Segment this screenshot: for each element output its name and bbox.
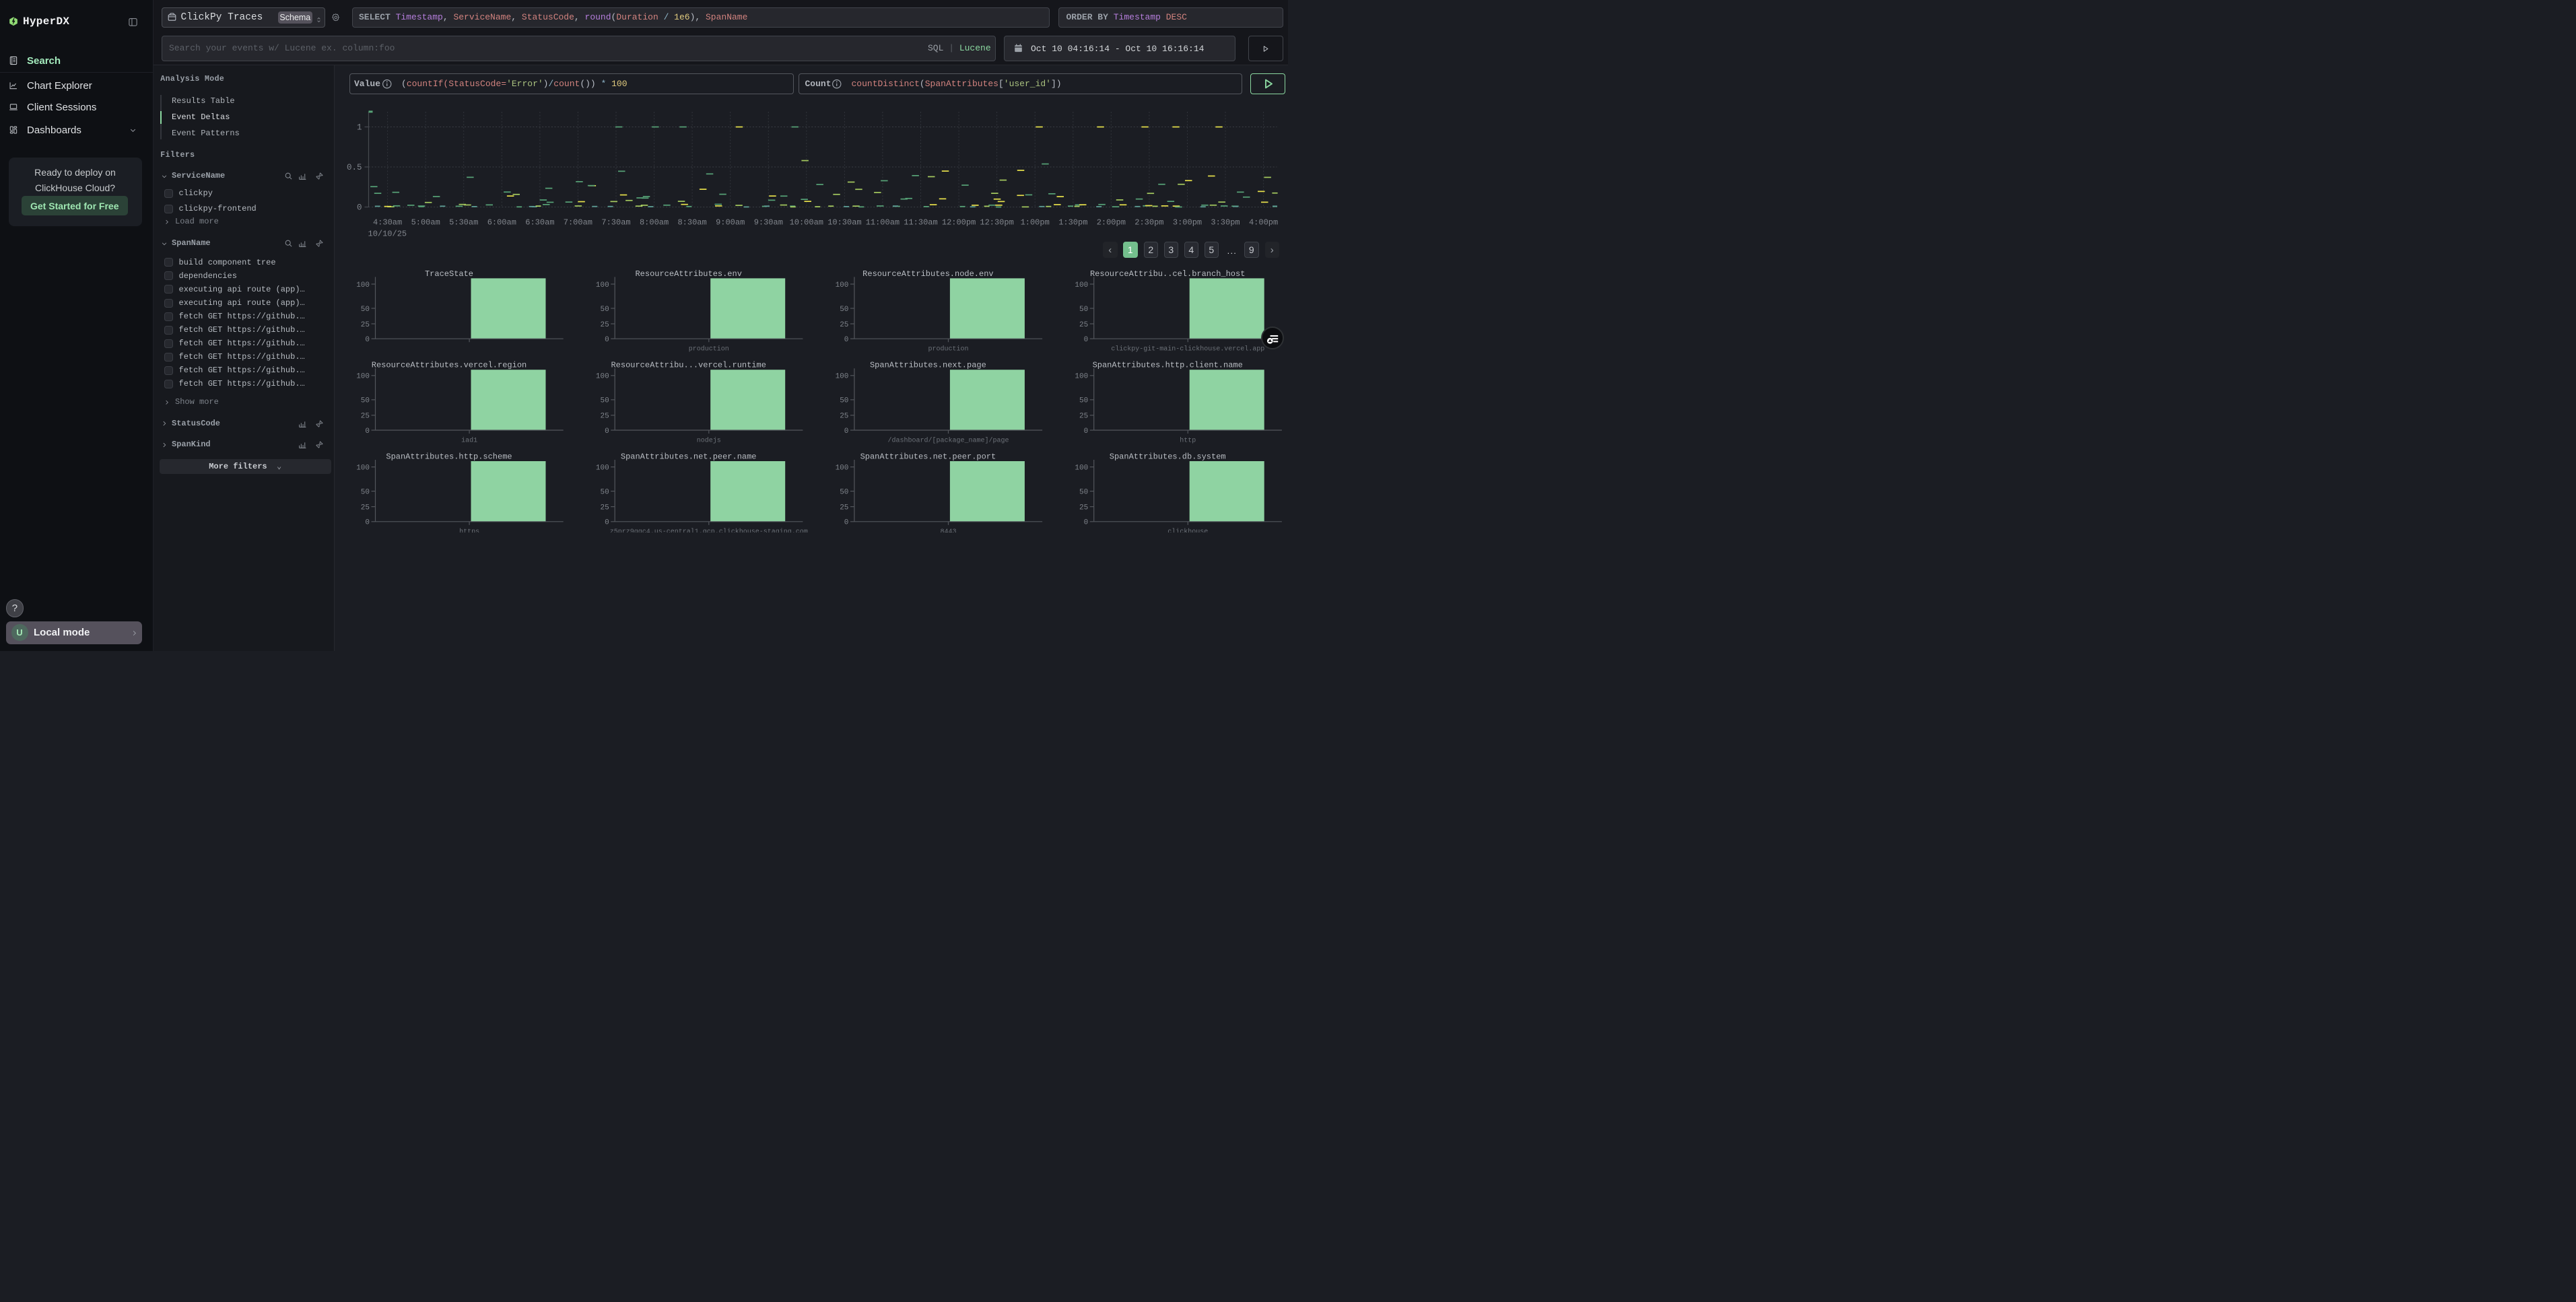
svg-text:10:30am: 10:30am	[827, 218, 861, 228]
svg-text:0: 0	[605, 519, 609, 527]
svg-text:/dashboard/[package_name]/page: /dashboard/[package_name]/page	[887, 436, 1009, 444]
svg-text:1:00pm: 1:00pm	[1020, 218, 1049, 228]
svg-text:http: http	[1180, 436, 1196, 444]
svg-text:100: 100	[1075, 281, 1088, 289]
svg-text:1: 1	[356, 123, 362, 133]
svg-text:ResourceAttribu...vercel.runti: ResourceAttribu...vercel.runtime	[611, 361, 766, 370]
svg-text:0: 0	[1083, 427, 1088, 436]
svg-text:SpanAttributes.http.scheme: SpanAttributes.http.scheme	[386, 452, 512, 461]
svg-text:100: 100	[356, 281, 370, 289]
svg-text:ResourceAttributes.env: ResourceAttributes.env	[635, 269, 741, 279]
svg-text:100: 100	[1075, 465, 1088, 473]
svg-text:9:30am: 9:30am	[753, 218, 782, 228]
svg-text:iad1: iad1	[461, 436, 477, 444]
svg-text:7:00am: 7:00am	[563, 218, 592, 228]
svg-text:8:30am: 8:30am	[677, 218, 706, 228]
svg-text:50: 50	[360, 306, 369, 314]
svg-text:ResourceAttribu..cel.branch_ho: ResourceAttribu..cel.branch_host	[1089, 269, 1244, 279]
svg-text:25: 25	[360, 321, 369, 329]
svg-text:4:00pm: 4:00pm	[1248, 218, 1277, 228]
svg-text:50: 50	[600, 397, 609, 405]
svg-text:25: 25	[360, 413, 369, 421]
svg-text:100: 100	[595, 281, 609, 289]
svg-text:clickhouse: clickhouse	[1167, 528, 1208, 532]
svg-text:50: 50	[600, 489, 609, 497]
svg-text:SpanAttributes.http.client.nam: SpanAttributes.http.client.name	[1092, 361, 1242, 370]
svg-text:4:30am: 4:30am	[372, 218, 401, 228]
svg-text:50: 50	[840, 397, 848, 405]
svg-text:25: 25	[840, 413, 848, 421]
svg-text:25: 25	[840, 321, 848, 329]
svg-text:3:30pm: 3:30pm	[1211, 218, 1240, 228]
svg-text:7:30am: 7:30am	[601, 218, 630, 228]
svg-text:25: 25	[1079, 321, 1087, 329]
svg-text:production: production	[928, 345, 968, 353]
svg-text:25: 25	[600, 321, 609, 329]
svg-text:50: 50	[600, 306, 609, 314]
svg-text:100: 100	[835, 465, 848, 473]
svg-text:25: 25	[840, 504, 848, 512]
svg-text:50: 50	[840, 306, 848, 314]
svg-text:https: https	[459, 528, 479, 532]
svg-text:SpanAttributes.next.page: SpanAttributes.next.page	[869, 361, 986, 370]
svg-text:9:00am: 9:00am	[716, 218, 745, 228]
svg-text:11:30am: 11:30am	[904, 218, 937, 228]
svg-text:0: 0	[844, 336, 848, 344]
svg-text:clickpy-git-main-clickhouse.ve: clickpy-git-main-clickhouse.vercel.app	[1111, 345, 1264, 353]
svg-text:8:00am: 8:00am	[639, 218, 668, 228]
svg-text:100: 100	[595, 373, 609, 381]
svg-text:0: 0	[365, 336, 370, 344]
svg-text:0: 0	[605, 427, 609, 436]
svg-text:0: 0	[844, 519, 848, 527]
svg-text:0: 0	[1083, 336, 1088, 344]
svg-text:100: 100	[1075, 373, 1088, 381]
svg-text:ResourceAttributes.vercel.regi: ResourceAttributes.vercel.region	[371, 361, 526, 370]
svg-text:SpanAttributes.net.peer.name: SpanAttributes.net.peer.name	[620, 452, 756, 461]
svg-text:0: 0	[356, 203, 362, 213]
svg-text:25: 25	[360, 504, 369, 512]
svg-text:100: 100	[595, 465, 609, 473]
svg-text:production: production	[688, 345, 728, 353]
svg-text:z5prz9ggc4.us-central1.gcp.cli: z5prz9ggc4.us-central1.gcp.clickhouse-st…	[609, 528, 807, 532]
svg-text:100: 100	[356, 373, 370, 381]
svg-text:ResourceAttributes.node.env: ResourceAttributes.node.env	[862, 269, 993, 279]
svg-text:50: 50	[1079, 397, 1087, 405]
svg-text:25: 25	[600, 504, 609, 512]
svg-text:8443: 8443	[940, 528, 956, 532]
svg-text:2:00pm: 2:00pm	[1096, 218, 1125, 228]
svg-text:SpanAttributes.db.system: SpanAttributes.db.system	[1109, 452, 1225, 461]
svg-text:25: 25	[1079, 413, 1087, 421]
svg-text:0: 0	[365, 427, 370, 436]
svg-text:6:00am: 6:00am	[487, 218, 516, 228]
svg-text:100: 100	[835, 281, 848, 289]
svg-text:1:30pm: 1:30pm	[1058, 218, 1087, 228]
svg-text:50: 50	[840, 489, 848, 497]
svg-text:TraceState: TraceState	[424, 269, 473, 279]
svg-text:nodejs: nodejs	[696, 436, 720, 444]
svg-text:2:30pm: 2:30pm	[1134, 218, 1163, 228]
svg-text:25: 25	[1079, 504, 1087, 512]
svg-text:12:30pm: 12:30pm	[980, 218, 1013, 228]
svg-text:0.5: 0.5	[346, 163, 362, 172]
svg-text:50: 50	[1079, 489, 1087, 497]
svg-text:12:00pm: 12:00pm	[941, 218, 975, 228]
svg-text:0: 0	[365, 519, 370, 527]
svg-text:5:30am: 5:30am	[449, 218, 478, 228]
svg-text:0: 0	[1083, 519, 1088, 527]
svg-text:5:00am: 5:00am	[411, 218, 440, 228]
svg-text:50: 50	[360, 397, 369, 405]
svg-text:11:00am: 11:00am	[865, 218, 899, 228]
svg-text:100: 100	[356, 465, 370, 473]
svg-text:100: 100	[835, 373, 848, 381]
svg-text:10/10/25: 10/10/25	[368, 230, 407, 239]
svg-text:50: 50	[1079, 306, 1087, 314]
svg-text:0: 0	[844, 427, 848, 436]
svg-text:6:30am: 6:30am	[525, 218, 554, 228]
svg-text:3:00pm: 3:00pm	[1172, 218, 1201, 228]
svg-text:50: 50	[360, 489, 369, 497]
svg-text:25: 25	[600, 413, 609, 421]
svg-text:10:00am: 10:00am	[789, 218, 823, 228]
svg-text:SpanAttributes.net.peer.port: SpanAttributes.net.peer.port	[860, 452, 996, 461]
svg-text:0: 0	[605, 336, 609, 344]
